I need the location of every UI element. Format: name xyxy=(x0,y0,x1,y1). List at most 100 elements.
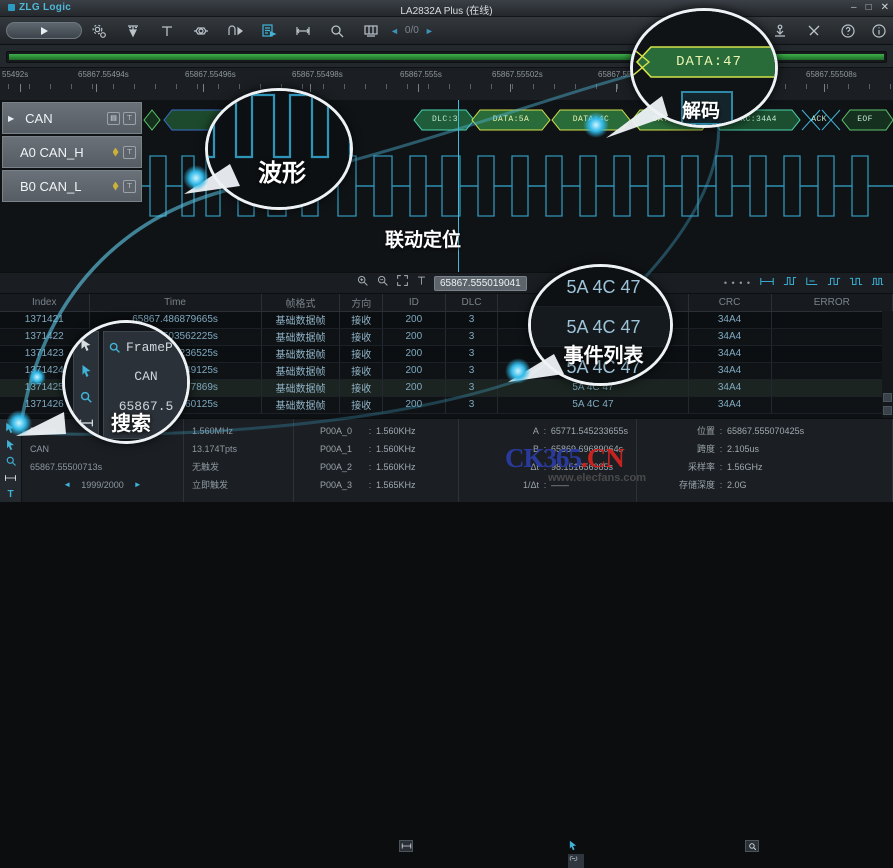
drag-dots-icon[interactable]: • • • • xyxy=(724,278,751,288)
trigger-now[interactable]: 立即触发 xyxy=(192,476,285,494)
position-key: 位置 xyxy=(696,426,715,436)
text-marker-icon[interactable] xyxy=(150,17,184,45)
measure-width-icon[interactable] xyxy=(399,840,413,852)
edge-fall-icon[interactable] xyxy=(805,274,819,292)
pointer-icon[interactable] xyxy=(2,421,20,436)
zoom-controls: 65867.555019041 xyxy=(356,274,527,292)
zoom-tool-icon[interactable] xyxy=(745,840,759,852)
table-cell: 基础数据帧 xyxy=(261,379,341,397)
event-table[interactable]: Index Time 帧格式 方向 ID DLC CRC ERROR 1371421 65867… xyxy=(0,294,893,418)
table-column-header[interactable]: ID xyxy=(382,294,446,312)
zoom-in-icon[interactable] xyxy=(356,274,369,292)
scroll-up-button[interactable] xyxy=(883,393,892,402)
close-button[interactable]: ✕ xyxy=(881,1,889,15)
decode-packet-label[interactable]: DATA:47 xyxy=(632,110,710,129)
scroll-down-button[interactable] xyxy=(883,406,892,415)
time-cursor[interactable] xyxy=(458,100,459,272)
export-icon[interactable] xyxy=(763,17,797,45)
table-column-header[interactable]: Time xyxy=(89,294,262,312)
table-column-header[interactable]: 帧格式 xyxy=(261,294,341,312)
waveform-canvas[interactable]: ID:200 DLC:3 DATA:5A DATA:4C DATA:47 CRC:34A4… xyxy=(142,100,893,272)
table-row[interactable]: 1371423 65867.520236525s 基础数据帧 接收 200 3 5A 4C … xyxy=(0,345,893,363)
window-controls: – □ ✕ xyxy=(851,1,889,15)
frame-next-button[interactable]: ► xyxy=(134,476,142,494)
overview-bar[interactable] xyxy=(6,51,887,63)
decode-packet-label[interactable]: ACK xyxy=(802,110,836,129)
measure-icon[interactable] xyxy=(2,471,20,486)
table-row[interactable]: 1371421 65867.486879665s 基础数据帧 接收 200 3 5A 4C … xyxy=(0,311,893,329)
pulse-icon[interactable] xyxy=(827,274,841,292)
table-row[interactable]: 1371426 65867.571760125s 基础数据帧 接收 200 3 5A 4C … xyxy=(0,396,893,414)
measure-icon[interactable] xyxy=(286,17,320,45)
decode-packet-label[interactable]: EOF xyxy=(840,110,890,129)
cursor-icon[interactable] xyxy=(416,274,427,292)
settings-icon[interactable] xyxy=(82,17,116,45)
ruler-label: 65867.55508s xyxy=(806,70,857,79)
frame-prev-button[interactable]: ◄ xyxy=(63,476,71,494)
waveform-area[interactable]: ▶ CAN ▤ ⊤ A0 CAN_H ⊤ B0 CAN_L ⊤ ID:200 D… xyxy=(0,100,893,272)
pulse2-icon[interactable] xyxy=(849,274,863,292)
page-prev-button[interactable]: ◄ xyxy=(390,26,399,36)
search-icon[interactable] xyxy=(2,454,20,469)
channel-state-icon[interactable] xyxy=(111,181,120,192)
channel-filter-icon[interactable]: ⊤ xyxy=(123,145,136,159)
cursor-link-icon[interactable] xyxy=(568,854,584,868)
decode-packet-label[interactable]: DATA:5A xyxy=(472,110,550,129)
decode-packet-label[interactable]: DLC:3 xyxy=(420,110,470,129)
time-field[interactable]: 65867.555019041 xyxy=(434,275,527,291)
table-cell: 5A 4C 47 xyxy=(497,379,689,397)
page-next-button[interactable]: ► xyxy=(425,26,434,36)
ruler-tick xyxy=(176,84,177,89)
ruler-tick xyxy=(617,84,618,89)
position-row: 存储深度:2.0G xyxy=(663,476,884,494)
select-icon[interactable] xyxy=(2,438,20,453)
channel-row-b0[interactable]: B0 CAN_L ⊤ xyxy=(2,170,142,202)
decode-packet-label[interactable]: ID:200 xyxy=(166,110,316,129)
table-column-header[interactable]: CRC xyxy=(688,294,772,312)
trigger-icon[interactable] xyxy=(116,17,150,45)
table-column-header[interactable] xyxy=(497,294,689,312)
zoom-out-icon[interactable] xyxy=(376,274,389,292)
expander-icon[interactable]: ▶ xyxy=(8,114,14,123)
ruler-ticks[interactable]: 55492s 65867.55494s 65867.55496s 65867.5549… xyxy=(0,67,893,100)
search-icon[interactable] xyxy=(320,17,354,45)
table-row[interactable]: 1371422 65867.503562225s 基础数据帧 接收 200 3 5A 4C … xyxy=(0,328,893,346)
table-scrollbar[interactable] xyxy=(882,311,893,418)
channel-filter-icon[interactable]: ⊤ xyxy=(123,179,136,193)
edge-icon[interactable] xyxy=(218,17,252,45)
cursor-row: 1/Δt: —— xyxy=(487,476,628,494)
table-column-header[interactable]: DLC xyxy=(445,294,499,312)
table-row[interactable]: 1371425 65867.555077869s 基础数据帧 接收 200 3 5A 4C … xyxy=(0,379,893,397)
position-values: 位置:65867.555070425s 跨度:2.105us 采样率:1.56GHz… xyxy=(645,422,884,494)
decode-packet-label[interactable]: DATA:4C xyxy=(552,110,630,129)
separator: : xyxy=(719,462,723,472)
table-column-header[interactable]: 方向 xyxy=(339,294,383,312)
info-icon[interactable] xyxy=(865,17,893,45)
table-row[interactable]: 1371424 65867.538549125s 基础数据帧 接收 200 3 5A 4C … xyxy=(0,362,893,380)
channel-row-a0[interactable]: A0 CAN_H ⊤ xyxy=(2,136,142,168)
run-button[interactable] xyxy=(6,22,82,39)
cursor-select-icon[interactable] xyxy=(568,840,584,854)
window-icon[interactable] xyxy=(354,17,388,45)
channel-state-icon[interactable] xyxy=(111,147,120,158)
table-column-header[interactable]: ERROR xyxy=(771,294,893,312)
measure-width-icon[interactable] xyxy=(759,274,775,292)
channel-filter-icon[interactable]: ⊤ xyxy=(123,111,136,125)
channel-row-can[interactable]: ▶ CAN ▤ ⊤ xyxy=(2,102,142,134)
pulse3-icon[interactable] xyxy=(871,274,885,292)
minimize-button[interactable]: – xyxy=(851,1,857,15)
ruler-tick xyxy=(365,84,366,89)
help-icon[interactable] xyxy=(831,17,865,45)
channel-config-icon[interactable]: ▤ xyxy=(107,111,120,125)
fit-screen-icon[interactable] xyxy=(396,274,409,292)
ruler-label: 65867.55498s xyxy=(292,70,343,79)
trigger-none[interactable]: 无触发 xyxy=(192,458,285,476)
decode-packet-label[interactable]: CRC:34A4 xyxy=(712,110,800,129)
protocol-icon[interactable] xyxy=(184,17,218,45)
table-column-header[interactable]: Index xyxy=(0,294,90,312)
trigger-marker-icon[interactable]: T xyxy=(2,487,20,502)
maximize-button[interactable]: □ xyxy=(866,1,872,15)
tools-icon[interactable] xyxy=(797,17,831,45)
decode-list-icon[interactable] xyxy=(252,17,286,45)
edge-rise-icon[interactable] xyxy=(783,274,797,292)
